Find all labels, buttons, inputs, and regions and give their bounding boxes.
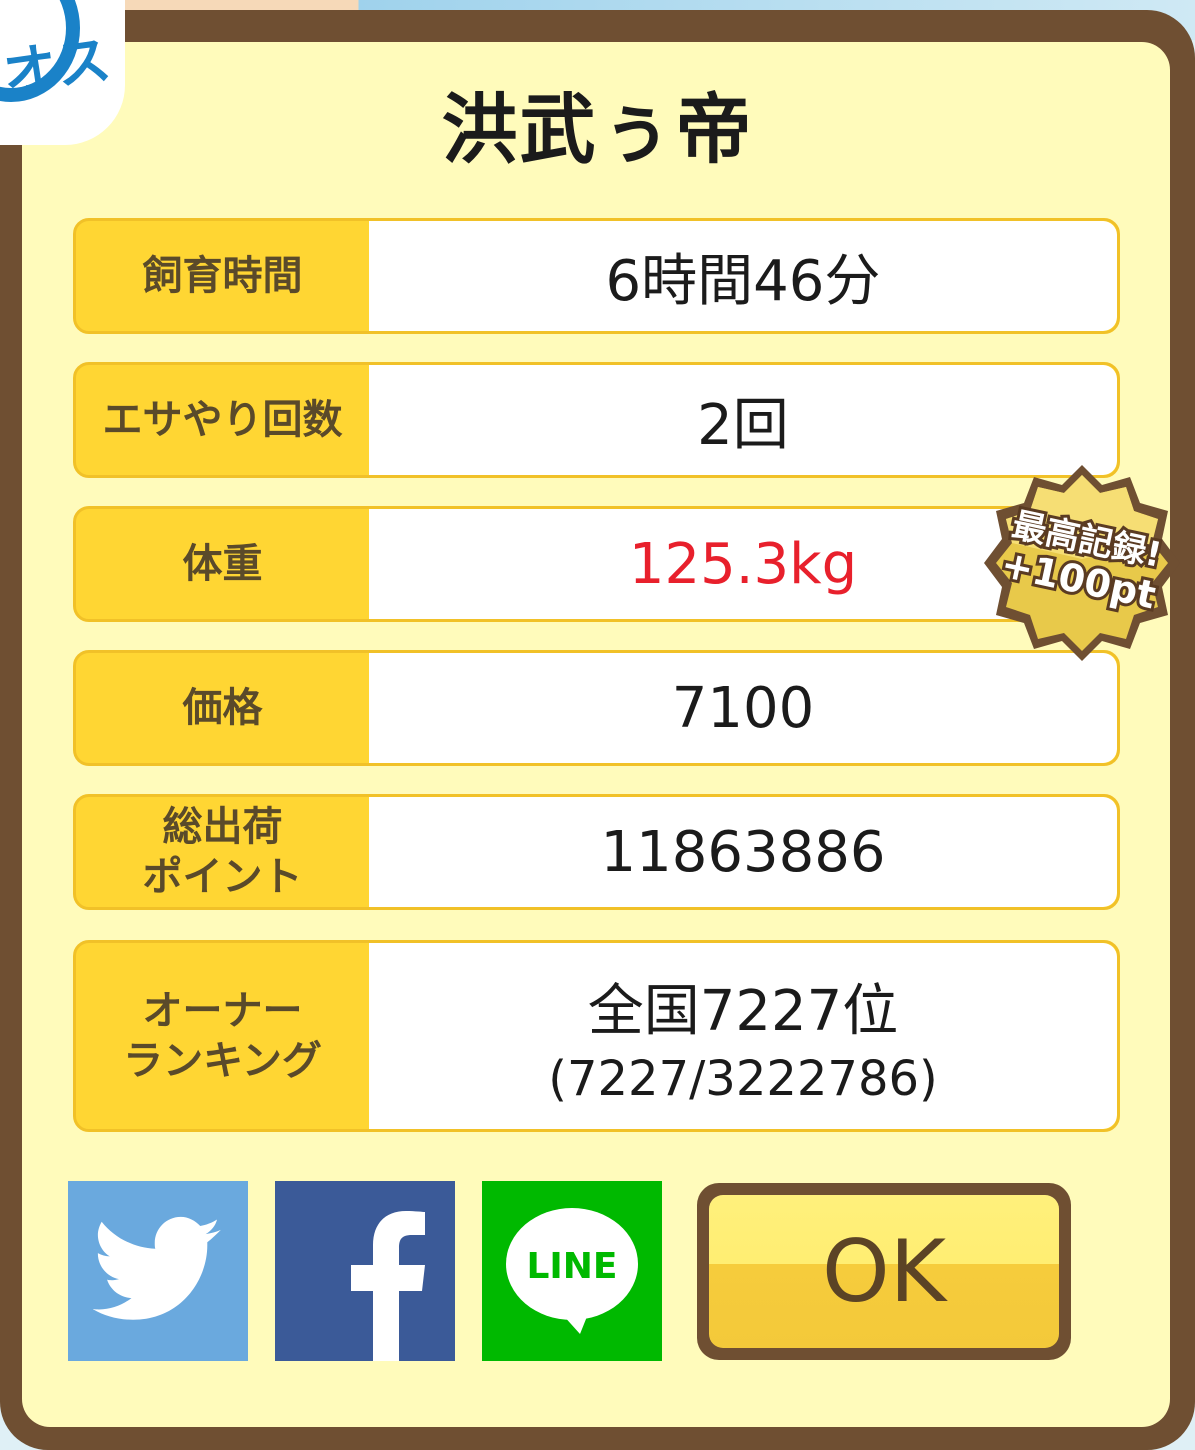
stat-row-owner-ranking: オーナー ランキング 全国7227位 (7227/3222786) bbox=[73, 940, 1120, 1132]
stat-label: 飼育時間 bbox=[142, 253, 303, 299]
stat-label: 総出荷 ポイント bbox=[76, 797, 369, 907]
line-chat-icon: LINE bbox=[506, 1208, 638, 1334]
stat-row-weight: 体重 125.3kg bbox=[73, 506, 1120, 622]
line-logo-text: LINE bbox=[526, 1246, 617, 1287]
share-facebook-button[interactable] bbox=[275, 1181, 455, 1361]
twitter-bird-icon bbox=[93, 1216, 221, 1320]
stat-row-breeding-time: 飼育時間 6時間46分 bbox=[73, 218, 1120, 334]
share-line-button[interactable]: LINE bbox=[482, 1181, 662, 1361]
stat-label: 価格 bbox=[182, 685, 263, 731]
stat-label-line2: ランキング bbox=[123, 1038, 322, 1084]
stamp-burst-icon: 最高記録! +100pt bbox=[984, 465, 1180, 661]
ranking-main: 全国7227位 bbox=[587, 978, 899, 1044]
ranking-value: 全国7227位 (7227/3222786) bbox=[369, 943, 1117, 1129]
stat-row-total-points: 総出荷 ポイント 11863886 bbox=[73, 794, 1120, 910]
stat-row-feed-count: エサやり回数 2回 bbox=[73, 362, 1120, 478]
ranking-detail: (7227/3222786) bbox=[548, 1050, 938, 1107]
facebook-f-icon bbox=[351, 1211, 425, 1361]
stat-label: オーナー ランキング bbox=[76, 943, 369, 1129]
stat-label: エサやり回数 bbox=[102, 397, 343, 443]
stat-value: 6時間46分 bbox=[369, 221, 1117, 331]
pig-name-title: 洪武ぅ帝 bbox=[441, 85, 754, 174]
record-stamp-badge: 最高記録! +100pt bbox=[982, 463, 1182, 663]
share-twitter-button[interactable] bbox=[68, 1181, 248, 1361]
stat-label-line1: 総出荷 bbox=[162, 804, 283, 850]
ok-button-label: OK bbox=[709, 1195, 1059, 1348]
stat-label: 体重 bbox=[182, 541, 263, 587]
stat-row-price: 価格 7100 bbox=[73, 650, 1120, 766]
stat-value: 11863886 bbox=[369, 797, 1117, 907]
stat-value: 7100 bbox=[369, 653, 1117, 763]
stat-label-line2: ポイント bbox=[142, 854, 303, 900]
stat-value: 2回 bbox=[369, 365, 1117, 475]
ok-button[interactable]: OK bbox=[697, 1183, 1071, 1360]
stat-label-line1: オーナー bbox=[142, 988, 303, 1034]
